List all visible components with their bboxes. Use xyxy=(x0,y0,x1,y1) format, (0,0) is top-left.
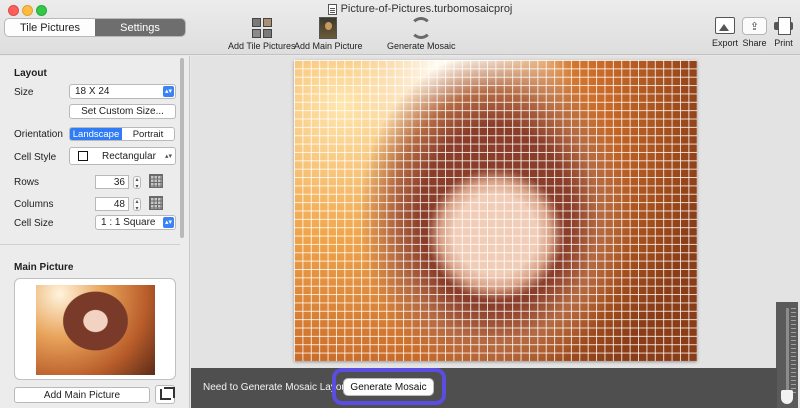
layout-section-title: Layout xyxy=(14,68,47,79)
add-main-picture-button[interactable]: Add Main Picture xyxy=(14,387,150,403)
settings-sidebar: Layout Size 18 X 24 ▴▾ Set Custom Size..… xyxy=(0,56,190,408)
share-icon: ⇪ xyxy=(742,17,767,35)
cell-size-popup[interactable]: 1 : 1 Square ▴▾ xyxy=(95,215,176,230)
chevron-updown-icon: ▴▾ xyxy=(163,217,174,228)
columns-input[interactable]: 48 xyxy=(95,197,129,211)
set-custom-size-button[interactable]: Set Custom Size... xyxy=(69,104,176,119)
print-button[interactable]: Print xyxy=(774,17,793,48)
share-label: Share xyxy=(742,38,767,48)
orientation-segmented-control: Landscape Portrait xyxy=(69,127,175,141)
size-popup[interactable]: 18 X 24 ▴▾ xyxy=(69,84,176,99)
tab-settings[interactable]: Settings xyxy=(95,19,185,36)
document-icon xyxy=(327,3,337,15)
add-tile-pictures-button[interactable]: Add Tile Pictures xyxy=(228,17,296,51)
orientation-landscape[interactable]: Landscape xyxy=(70,128,122,140)
printer-icon xyxy=(774,17,793,35)
window-toolbar: Picture-of-Pictures.turbomosaicproj Tile… xyxy=(0,0,800,55)
sidebar-scrollbar[interactable] xyxy=(180,58,184,238)
generate-mosaic-button[interactable]: Generate Mosaic xyxy=(344,379,433,395)
main-picture-well[interactable] xyxy=(14,278,176,380)
cell-style-label: Cell Style xyxy=(14,152,57,163)
mosaic-canvas-area xyxy=(191,56,800,408)
mosaic-cell-grid xyxy=(294,60,697,361)
window-title-text: Picture-of-Pictures.turbomosaicproj xyxy=(340,3,513,15)
window-title: Picture-of-Pictures.turbomosaicproj xyxy=(320,2,520,16)
cell-style-value: Rectangular xyxy=(102,150,156,162)
refresh-icon xyxy=(410,17,433,39)
chevron-updown-icon: ▴▾ xyxy=(164,153,173,160)
main-picture-icon xyxy=(317,17,339,39)
generate-mosaic-label: Generate Mosaic xyxy=(387,41,456,51)
tab-tile-pictures[interactable]: Tile Pictures xyxy=(5,19,95,36)
main-picture-thumbnail xyxy=(36,285,155,375)
main-picture-section-title: Main Picture xyxy=(14,262,74,273)
crop-icon xyxy=(159,387,175,400)
minimize-window-button[interactable] xyxy=(22,5,33,16)
columns-grid-icon xyxy=(149,196,163,210)
rows-stepper[interactable]: ▴ ▾ xyxy=(133,176,141,190)
crop-button[interactable] xyxy=(155,385,175,404)
add-main-picture-label: Add Main Picture xyxy=(294,41,363,51)
zoom-slider-track xyxy=(786,308,789,394)
panel-tabs: Tile Pictures Settings xyxy=(4,18,186,37)
zoom-slider-ticks xyxy=(791,308,796,394)
generate-mosaic-toolbar-button[interactable]: Generate Mosaic xyxy=(387,17,456,51)
chevron-updown-icon: ▴▾ xyxy=(163,86,174,97)
section-divider xyxy=(0,244,180,245)
zoom-slider[interactable] xyxy=(776,302,798,408)
mosaic-preview[interactable] xyxy=(294,60,697,361)
status-bar: Need to Generate Mosaic Layout Generate … xyxy=(191,368,777,408)
print-label: Print xyxy=(774,38,793,48)
zoom-window-button[interactable] xyxy=(36,5,47,16)
cell-style-popup[interactable]: Rectangular ▴▾ xyxy=(69,147,176,165)
rows-label: Rows xyxy=(14,177,40,188)
close-window-button[interactable] xyxy=(8,5,19,16)
size-value: 18 X 24 xyxy=(75,86,110,97)
orientation-label: Orientation xyxy=(14,129,63,140)
export-button[interactable]: Export xyxy=(712,17,738,48)
cell-size-label: Cell Size xyxy=(14,218,54,229)
generate-layout-notice: Need to Generate Mosaic Layout xyxy=(203,382,350,393)
rows-input[interactable]: 36 xyxy=(95,175,129,189)
add-tile-pictures-label: Add Tile Pictures xyxy=(228,41,296,51)
add-main-picture-toolbar-button[interactable]: Add Main Picture xyxy=(294,17,363,51)
orientation-portrait[interactable]: Portrait xyxy=(122,128,174,140)
cell-size-value: 1 : 1 Square xyxy=(101,217,156,228)
tile-pictures-icon xyxy=(251,17,273,39)
square-icon xyxy=(78,151,88,161)
share-button[interactable]: ⇪ Share xyxy=(742,17,767,48)
columns-stepper[interactable]: ▴ ▾ xyxy=(133,198,141,212)
zoom-slider-knob[interactable] xyxy=(781,390,793,404)
export-icon xyxy=(715,17,735,34)
rows-grid-icon xyxy=(149,174,163,188)
export-label: Export xyxy=(712,38,739,48)
size-label: Size xyxy=(14,87,34,98)
columns-label: Columns xyxy=(14,199,54,210)
